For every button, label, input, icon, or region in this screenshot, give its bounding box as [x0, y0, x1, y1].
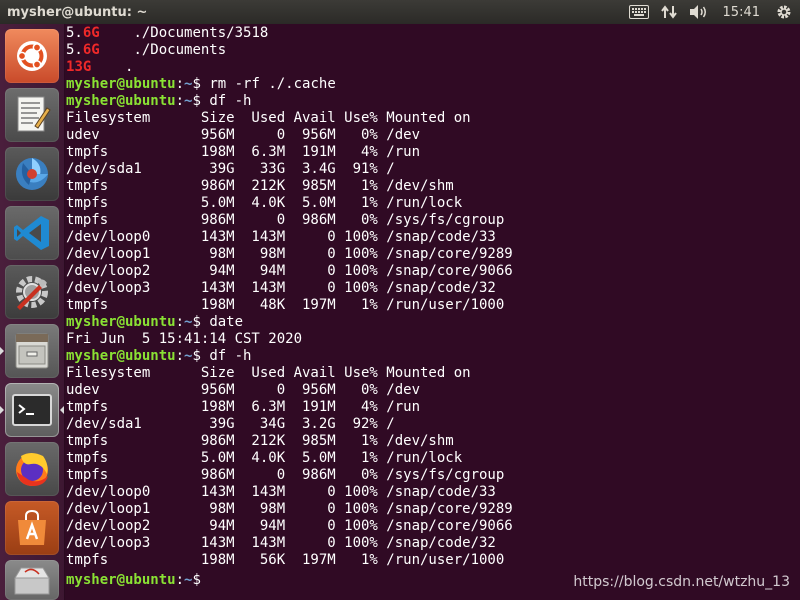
launcher-item-trash[interactable] — [5, 560, 59, 600]
launcher-item-shutter[interactable] — [5, 147, 59, 201]
output-line: tmpfs 198M 6.3M 191M 4% /run — [66, 144, 421, 160]
du-path: . — [125, 59, 134, 75]
output-line: /dev/loop1 98M 98M 0 100% /snap/core/928… — [66, 246, 513, 262]
command-text: rm -rf ./.cache — [209, 76, 336, 92]
vscode-icon — [14, 216, 49, 250]
gear-icon[interactable] — [776, 0, 792, 24]
network-icon[interactable] — [660, 0, 677, 24]
output-line: udev 956M 0 956M 0% /dev — [66, 127, 421, 143]
prompt-line: mysher@ubuntu:~$ date — [66, 314, 800, 331]
output-line: tmpfs 986M 0 986M 0% /sys/fs/cgroup — [66, 212, 505, 228]
prompt-separator: : — [175, 314, 185, 330]
output-line: tmpfs 5.0M 4.0K 5.0M 1% /run/lock — [66, 450, 463, 466]
cursor — [209, 569, 217, 584]
running-indicator — [0, 347, 4, 355]
prompt-line: mysher@ubuntu:~$ rm -rf ./.cache — [66, 76, 800, 93]
top-panel: mysher@ubuntu: ~ 15:41 — [0, 0, 800, 24]
trash-icon — [14, 567, 50, 595]
du-size-unit: 3G — [74, 59, 92, 75]
launcher-item-software-center[interactable] — [5, 501, 59, 555]
du-output-line: 13G . — [66, 59, 800, 76]
ubuntu-logo-icon — [17, 41, 47, 71]
software-bag-icon — [18, 509, 46, 545]
prompt-symbol: $ — [192, 348, 210, 364]
prompt-user: mysher@ubuntu — [66, 572, 176, 588]
volume-icon[interactable] — [689, 0, 709, 24]
du-output-line: 5.6G ./Documents/3518 — [66, 25, 800, 42]
keyboard-icon[interactable] — [628, 0, 649, 24]
focused-indicator — [60, 406, 64, 414]
output-line: tmpfs 986M 0 986M 0% /sys/fs/cgroup — [66, 467, 505, 483]
firefox-icon — [16, 453, 48, 486]
window-title: mysher@ubuntu: ~ — [7, 4, 148, 20]
terminal-icon — [12, 394, 52, 426]
du-path: ./Documents/3518 — [133, 25, 269, 41]
command-text: date — [209, 314, 244, 330]
prompt-symbol: $ — [192, 314, 210, 330]
prompt-symbol: $ — [192, 93, 210, 109]
prompt-separator: : — [175, 93, 185, 109]
prompt-separator: : — [175, 76, 185, 92]
prompt-line: mysher@ubuntu:~$ df -h — [66, 348, 800, 365]
prompt-line: mysher@ubuntu:~$ df -h — [66, 93, 800, 110]
output-line: Filesystem Size Used Avail Use% Mounted … — [66, 365, 471, 381]
output-line: /dev/loop1 98M 98M 0 100% /snap/core/928… — [66, 501, 513, 517]
output-line: /dev/loop2 94M 94M 0 100% /snap/core/906… — [66, 518, 513, 534]
du-size-number: 5. — [66, 42, 83, 58]
command-text: df -h — [209, 93, 252, 109]
prompt-symbol: $ — [192, 572, 210, 588]
launcher-item-ubuntu-dash[interactable] — [5, 29, 59, 83]
output-line: /dev/loop3 143M 143M 0 100% /snap/code/3… — [66, 280, 496, 296]
output-line: Fri Jun 5 15:41:14 CST 2020 — [66, 331, 303, 347]
output-line: /dev/sda1 39G 33G 3.4G 91% / — [66, 161, 395, 177]
du-size-unit: 6G — [82, 25, 100, 41]
launcher-item-text-editor[interactable] — [5, 88, 59, 142]
output-line: /dev/loop2 94M 94M 0 100% /snap/core/906… — [66, 263, 513, 279]
launcher-item-file-manager[interactable] — [5, 324, 59, 378]
prompt-user: mysher@ubuntu — [66, 93, 176, 109]
output-line: tmpfs 198M 6.3M 191M 4% /run — [66, 399, 421, 415]
prompt-symbol: $ — [192, 76, 210, 92]
launcher-item-vscode[interactable] — [5, 206, 59, 260]
output-line: tmpfs 986M 212K 985M 1% /dev/shm — [66, 178, 454, 194]
launcher-item-firefox[interactable] — [5, 442, 59, 496]
terminal-window[interactable]: 5.6G ./Documents/3518 5.6G ./Documents 13G… — [66, 24, 800, 600]
du-size-unit: 6G — [82, 42, 100, 58]
file-cabinet-icon — [15, 333, 49, 369]
du-size-number: 5. — [66, 25, 83, 41]
output-line: udev 956M 0 956M 0% /dev — [66, 382, 421, 398]
command-text: df -h — [209, 348, 252, 364]
output-line: tmpfs 5.0M 4.0K 5.0M 1% /run/lock — [66, 195, 463, 211]
du-path: ./Documents — [133, 42, 227, 58]
output-line: /dev/loop0 143M 143M 0 100% /snap/code/3… — [66, 229, 496, 245]
prompt-separator: : — [175, 572, 185, 588]
launcher — [0, 24, 65, 600]
prompt-separator: : — [175, 348, 185, 364]
prompt-user: mysher@ubuntu — [66, 348, 176, 364]
launcher-item-terminal[interactable] — [5, 383, 59, 437]
indicator-area: 15:41 — [623, 0, 800, 24]
prompt-user: mysher@ubuntu — [66, 76, 176, 92]
watermark: https://blog.csdn.net/wtzhu_13 — [573, 574, 790, 590]
shutter-icon — [16, 158, 48, 190]
running-indicator — [0, 406, 4, 414]
output-line: /dev/loop3 143M 143M 0 100% /snap/code/3… — [66, 535, 496, 551]
output-line: Filesystem Size Used Avail Use% Mounted … — [66, 110, 471, 126]
output-line: /dev/sda1 39G 34G 3.2G 92% / — [66, 416, 395, 432]
output-line: /dev/loop0 143M 143M 0 100% /snap/code/3… — [66, 484, 496, 500]
output-line: tmpfs 198M 56K 197M 1% /run/user/1000 — [66, 552, 505, 568]
prompt-user: mysher@ubuntu — [66, 314, 176, 330]
settings-tools-icon — [16, 276, 48, 310]
output-line: tmpfs 986M 212K 985M 1% /dev/shm — [66, 433, 454, 449]
launcher-item-settings[interactable] — [5, 265, 59, 319]
clock[interactable]: 15:41 — [723, 5, 760, 20]
text-editor-icon — [17, 96, 51, 132]
du-output-line: 5.6G ./Documents — [66, 42, 800, 59]
output-line: tmpfs 198M 48K 197M 1% /run/user/1000 — [66, 297, 505, 313]
